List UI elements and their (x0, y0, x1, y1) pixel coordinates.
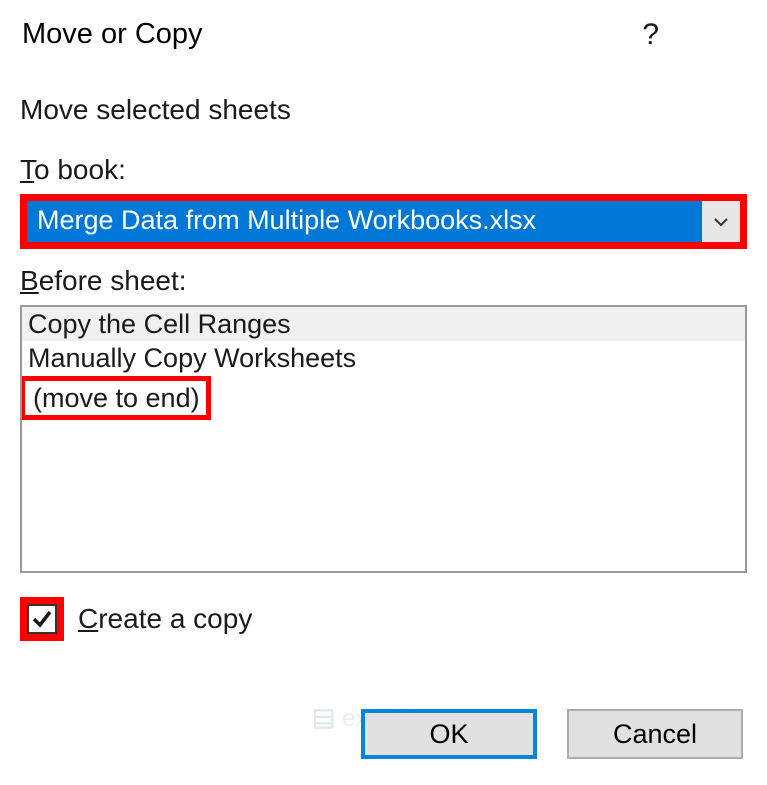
watermark-logo-icon (310, 706, 336, 732)
ok-button[interactable]: OK (361, 709, 537, 759)
list-item[interactable]: Manually Copy Worksheets (22, 341, 745, 375)
dialog-buttons: OK Cancel (361, 709, 743, 759)
dialog-title: Move or Copy (22, 18, 642, 51)
dialog-content: Move selected sheets To book: Merge Data… (0, 64, 767, 641)
section-header: Move selected sheets (20, 94, 747, 126)
before-sheet-label: Before sheet: (20, 265, 747, 297)
dropdown-toggle-button[interactable] (702, 201, 740, 242)
checkmark-icon (31, 608, 53, 630)
to-book-dropdown[interactable]: Merge Data from Multiple Workbooks.xlsx (20, 194, 747, 249)
cancel-button[interactable]: Cancel (567, 709, 743, 759)
before-sheet-listbox[interactable]: Copy the Cell Ranges Manually Copy Works… (20, 305, 747, 573)
titlebar-controls: ? (642, 18, 719, 52)
chevron-down-icon (713, 217, 729, 227)
to-book-label: To book: (20, 154, 747, 186)
title-bar: Move or Copy ? (0, 0, 767, 64)
create-copy-label: Create a copy (78, 603, 252, 635)
list-item-move-to-end[interactable]: (move to end) (20, 376, 211, 420)
create-copy-row: Create a copy (20, 597, 747, 641)
help-icon[interactable]: ? (642, 18, 659, 52)
dropdown-selected-value: Merge Data from Multiple Workbooks.xlsx (27, 201, 702, 242)
create-copy-checkbox[interactable] (20, 597, 64, 641)
list-item[interactable]: Copy the Cell Ranges (22, 307, 745, 341)
